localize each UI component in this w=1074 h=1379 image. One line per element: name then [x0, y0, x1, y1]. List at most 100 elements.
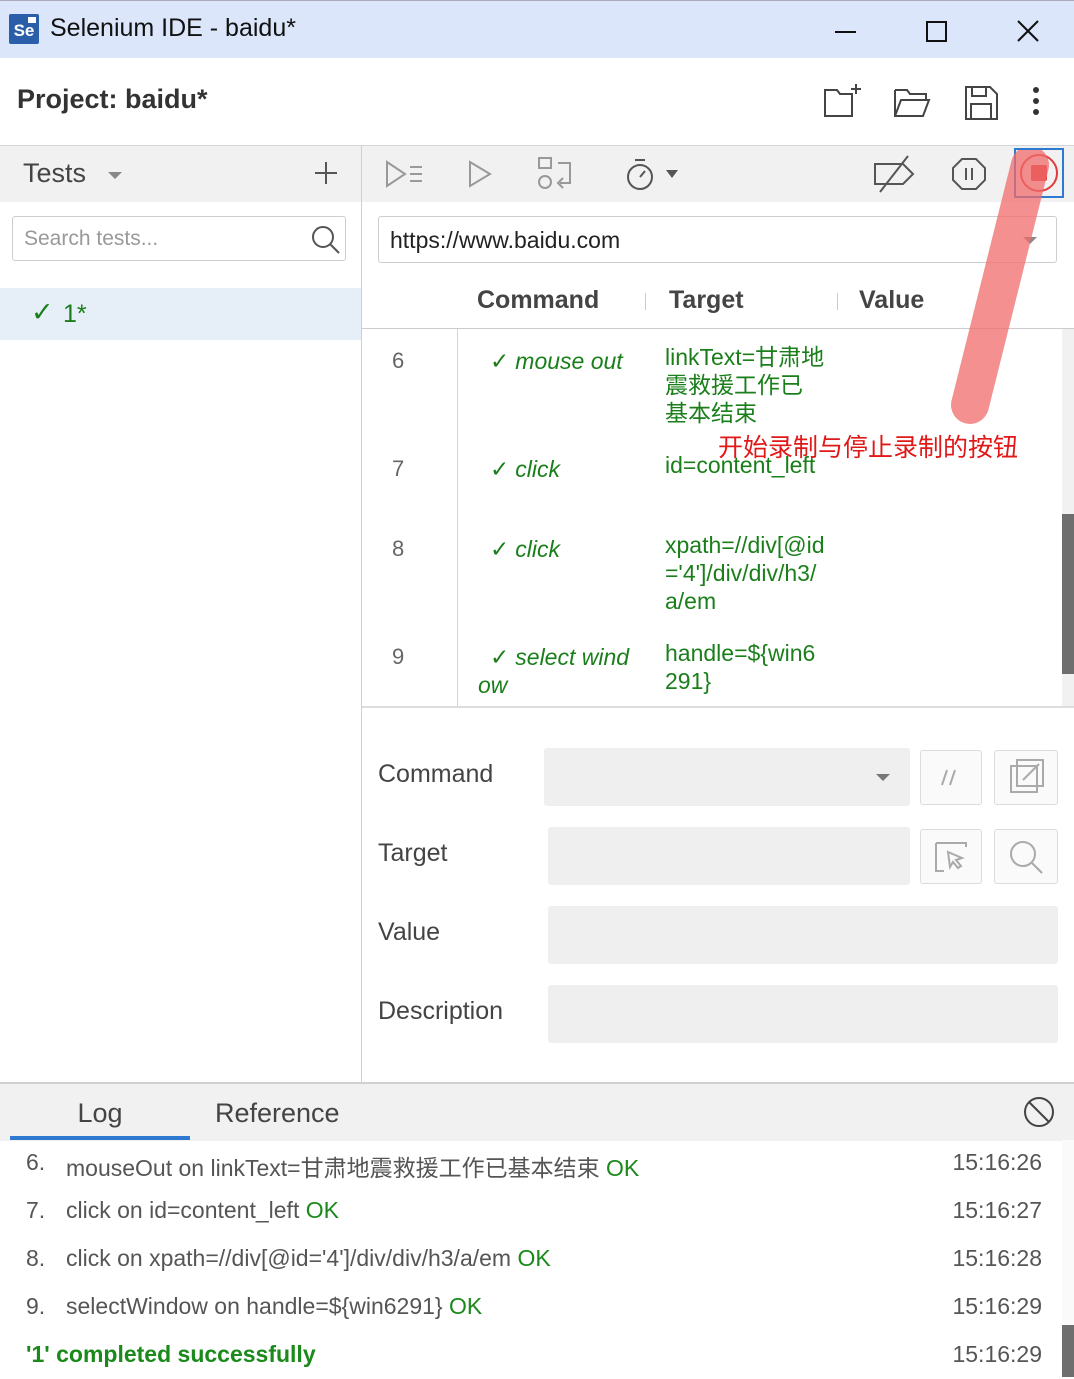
log-status-ok: OK [448, 1293, 483, 1319]
row-command: ✓ select window [478, 643, 636, 699]
close-icon [1017, 20, 1039, 42]
tests-panel: Tests ✓ 1* [0, 146, 362, 1083]
log-message: click on id=content_left OK [66, 1197, 339, 1224]
add-test-button[interactable] [312, 159, 340, 187]
command-text: click [515, 456, 561, 482]
save-project-button[interactable] [961, 82, 1003, 124]
annotation-arrow-stroke [951, 150, 1049, 424]
log-message-text: mouseOut on linkText=甘肃地震救援工作已基本结束 [66, 1155, 600, 1181]
row-target: handle=${win6291} [665, 640, 816, 694]
command-text: mouse out [515, 348, 623, 374]
log-message-text: click on xpath=//div[@id='4']/div/div/h3… [66, 1245, 512, 1271]
table-row[interactable]: 8 ✓ click xpath=//div[@id='4']/div/div/h3… [362, 517, 1062, 625]
plus-icon [315, 162, 337, 184]
maximize-icon [926, 21, 947, 42]
log-status-ok: OK [605, 1155, 640, 1181]
log-index: 8. [26, 1245, 46, 1271]
table-divider [362, 706, 1074, 708]
log-message: selectWindow on handle=${win6291} OK [66, 1293, 482, 1320]
row-number: 6 [392, 348, 405, 373]
tab-reference[interactable]: Reference [215, 1098, 340, 1129]
maximize-button[interactable] [890, 1, 982, 59]
row-command: ✓ click [478, 455, 636, 483]
target-input[interactable] [548, 827, 910, 885]
table-scrollbar-thumb[interactable] [1062, 514, 1074, 674]
row-number: 8 [392, 536, 405, 561]
run-all-tests-button[interactable] [384, 154, 424, 194]
check-icon: ✓ [490, 536, 510, 562]
log-index: 6. [26, 1149, 46, 1175]
log-message-text: selectWindow on handle=${win6291} [66, 1293, 443, 1319]
row-number: 7 [392, 456, 405, 481]
annotation-caption: 开始录制与停止录制的按钮 [718, 434, 1019, 462]
value-input[interactable] [548, 906, 1058, 964]
tests-header: Tests [0, 146, 361, 202]
window-title: Selenium IDE - baidu* [50, 14, 296, 42]
disable-breakpoints-button[interactable] [872, 154, 916, 194]
new-project-button[interactable] [822, 82, 864, 124]
more-options-button[interactable] [1015, 82, 1057, 124]
select-target-button[interactable] [920, 829, 982, 884]
run-current-test-button[interactable] [462, 154, 502, 194]
log-message: click on xpath=//div[@id='4']/div/div/h3… [66, 1245, 551, 1272]
log-message: mouseOut on linkText=甘肃地震救援工作已基本结束 OK [66, 1149, 639, 1183]
search-input[interactable] [13, 217, 325, 260]
new-project-icon [824, 84, 861, 117]
select-target-icon [935, 842, 967, 872]
value-label: Value [378, 918, 441, 946]
test-list-item[interactable]: ✓ 1* [0, 288, 361, 340]
project-name[interactable]: Project: baidu* [17, 84, 208, 115]
target-label: Target [378, 839, 448, 867]
table-row[interactable]: 9 ✓ select window handle=${win6291} [362, 625, 1062, 706]
tests-dropdown[interactable]: Tests [23, 158, 126, 189]
open-project-button[interactable] [892, 82, 934, 124]
test-speed-icon [627, 159, 678, 190]
close-button[interactable] [982, 1, 1074, 59]
run-all-tests-icon [386, 160, 422, 188]
run-current-test-icon [469, 160, 492, 188]
row-target: xpath=//div[@id='4']/div/div/h3/a/em [665, 532, 825, 614]
minimize-button[interactable] [800, 1, 892, 59]
log-time: 15:16:29 [952, 1293, 1042, 1319]
open-in-new-window-icon [1010, 759, 1044, 793]
search-box [12, 216, 346, 261]
find-target-button[interactable] [994, 829, 1058, 884]
column-divider [645, 293, 646, 310]
log-entry: 9. selectWindow on handle=${win6291} OK … [0, 1283, 1060, 1331]
log-summary-message: '1' completed successfully [26, 1341, 316, 1367]
open-reference-button[interactable] [994, 750, 1058, 805]
row-command: ✓ mouse out [478, 347, 636, 375]
log-entry: 8. click on xpath=//div[@id='4']/div/div… [0, 1235, 1060, 1283]
log-time: 15:16:29 [952, 1341, 1042, 1367]
search-icon [1010, 841, 1043, 874]
row-number: 9 [392, 644, 405, 669]
step-over-icon [538, 157, 571, 189]
step-over-button[interactable] [536, 154, 576, 194]
chevron-down-icon [876, 774, 890, 781]
tab-log[interactable]: Log [10, 1084, 190, 1141]
tests-title: Tests [23, 158, 87, 188]
column-header-command: Command [477, 286, 600, 314]
column-divider [837, 293, 838, 310]
description-input[interactable] [548, 985, 1058, 1043]
comment-toggle-button[interactable] [920, 750, 982, 805]
log-scrollbar-thumb[interactable] [1062, 1325, 1074, 1377]
command-select[interactable] [544, 748, 910, 806]
open-project-icon [894, 89, 931, 117]
log-entry: 7. click on id=content_left OK 15:16:27 [0, 1187, 1060, 1235]
log-summary: '1' completed successfully 15:16:29 [0, 1331, 1060, 1379]
log-tab-bar: Log Reference [0, 1084, 1074, 1141]
clear-log-button[interactable] [1022, 1095, 1056, 1129]
title-bar: Se Selenium IDE - baidu* [0, 0, 1074, 58]
command-text: click [515, 536, 561, 562]
test-speed-button[interactable] [624, 154, 684, 194]
row-target: linkText=甘肃地震救援工作已基本结束 [665, 344, 825, 426]
check-icon: ✓ [490, 644, 510, 670]
comment-icon [941, 769, 956, 786]
column-header-value: Value [859, 286, 925, 314]
search-icon[interactable] [311, 225, 341, 255]
log-message-text: click on id=content_left [66, 1197, 300, 1223]
check-icon: ✓ [490, 348, 510, 374]
log-time: 15:16:27 [952, 1197, 1042, 1223]
row-command: ✓ click [478, 535, 636, 563]
